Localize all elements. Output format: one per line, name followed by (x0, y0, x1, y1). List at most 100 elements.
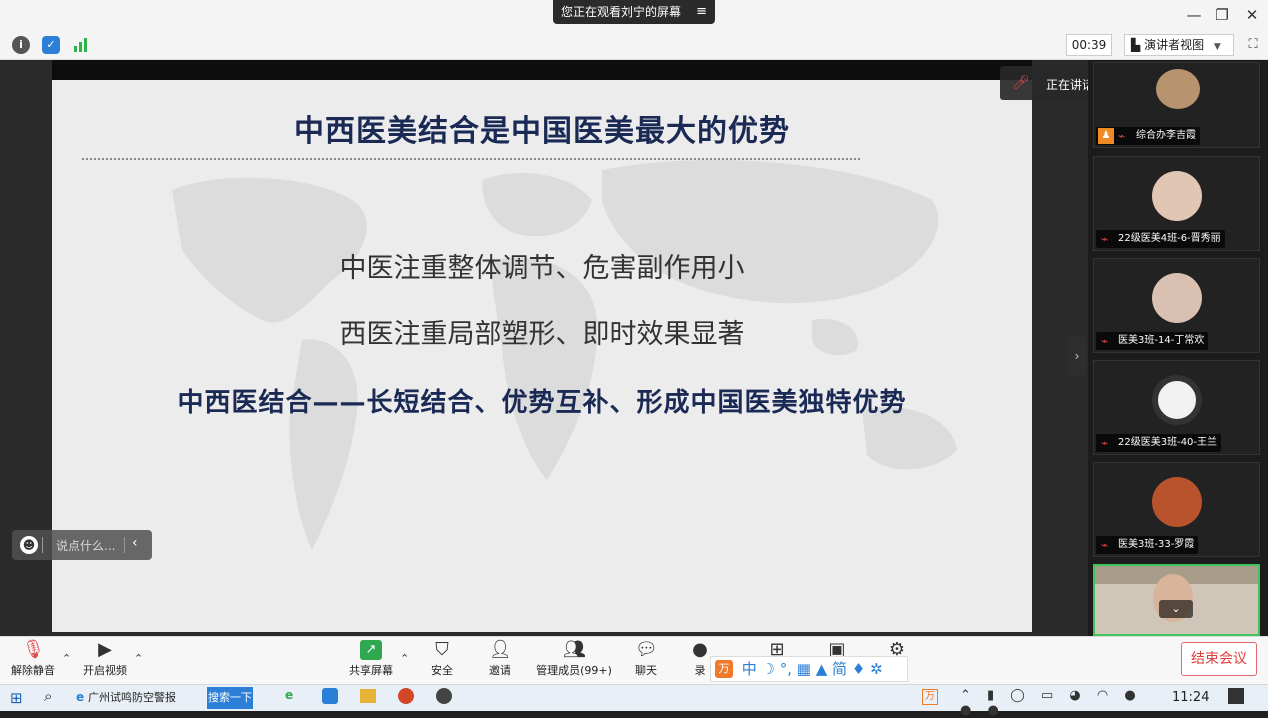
share-banner-text: 您正在观看刘宁的屏幕 (561, 5, 682, 19)
participant-tile[interactable]: ⌁ 22级医美4班-6-晋秀丽 (1093, 156, 1260, 251)
start-video-label: 开启视频 (83, 664, 127, 677)
avatar (1156, 69, 1200, 109)
mic-muted-icon: ⌁ (1118, 129, 1126, 143)
powerpoint-icon[interactable] (398, 688, 414, 704)
divider (124, 537, 125, 553)
taskbar-clock: 11:24 (1172, 690, 1210, 705)
record-icon: ● (692, 639, 708, 660)
audio-options-caret[interactable]: ⌃ (62, 652, 71, 665)
participant-tile[interactable]: ⌁ 医美3班-14-丁常欢 (1093, 258, 1260, 353)
video-off-icon: ▶︎ (98, 639, 112, 660)
chat-icon: 💬︎ (635, 639, 658, 660)
world-map-background (172, 160, 957, 550)
shield-icon[interactable]: ✓ (42, 36, 60, 54)
participant-label: ⌁ 22级医美3班-40-王兰 (1096, 434, 1222, 452)
system-tray-icons[interactable]: ⌃ ▮ ◯ ▭ ◕ ◠ ● ● ● (960, 688, 1160, 718)
view-mode-label: 演讲者视图 (1144, 38, 1205, 52)
emoji-icon[interactable]: ☻ (20, 536, 38, 554)
participant-label: ♟ ⌁ 综合办李吉霞 (1096, 127, 1200, 145)
fullscreen-icon[interactable]: ⛶ (1242, 34, 1264, 56)
share-options-caret[interactable]: ⌃ (400, 652, 409, 665)
participant-tile[interactable]: ⌁ 医美3班-33-罗霞 (1093, 462, 1260, 557)
participant-name: 22级医美4班-6-晋秀丽 (1118, 233, 1221, 244)
ime-logo-icon: 万 (715, 660, 733, 678)
search-icon[interactable]: ⌕ (44, 687, 52, 705)
slide-line-2: 西医注重局部塑形、即时效果显著 (339, 319, 745, 350)
participant-name: 医美3班-14-丁常欢 (1118, 335, 1205, 346)
participant-name: 医美3班-33-罗霞 (1118, 539, 1195, 550)
banner-menu-icon[interactable]: ≡ (696, 0, 707, 24)
participant-name: 22级医美3班-40-王兰 (1118, 437, 1218, 448)
folder-icon[interactable] (360, 689, 376, 703)
chat-label: 聊天 (635, 664, 657, 677)
browser-icon[interactable]: e (285, 688, 293, 702)
mic-muted-icon: ⌁ (1101, 538, 1109, 552)
ie-label: 广州试鸣防空警报 (87, 691, 176, 704)
app-icon[interactable] (436, 688, 452, 704)
manage-members-button[interactable]: 👥︎ 管理成员(99+) (536, 640, 612, 678)
meeting-app-icon[interactable] (322, 688, 338, 704)
search-button[interactable]: 搜索一下 (207, 687, 253, 709)
security-icon: ⛉ (435, 639, 449, 660)
chevron-down-icon[interactable]: ⌄ (1159, 600, 1193, 618)
close-button[interactable]: ✕ (1240, 4, 1264, 26)
video-options-caret[interactable]: ⌃ (134, 652, 143, 665)
avatar (1152, 375, 1202, 425)
slide-divider (82, 158, 860, 160)
chat-placeholder: 说点什么... (56, 539, 116, 553)
invite-icon: 👤︎ (489, 639, 512, 660)
divider (42, 537, 43, 553)
unmute-button[interactable]: 🎙︎ 解除静音 (10, 640, 56, 678)
share-screen-button[interactable]: ↗ 共享屏幕 (348, 640, 394, 678)
slide-title: 中西医美结合是中国医美最大的优势 (294, 114, 790, 149)
record-label: 录 (694, 664, 706, 677)
minimize-button[interactable]: — (1182, 4, 1206, 26)
participant-tile[interactable]: ♟ ⌁ 综合办李吉霞 (1093, 62, 1260, 148)
invite-label: 邀请 (489, 664, 511, 677)
mic-muted-icon: ⌁ (1101, 334, 1109, 348)
participant-label: ⌁ 医美3班-33-罗霞 (1096, 536, 1199, 554)
collapse-gallery-handle[interactable]: › (1068, 336, 1086, 376)
presentation-slide: 中西医美结合是中国医美最大的优势 中医注重整体调节、危害副作用小 西医注重局部塑… (52, 80, 1032, 632)
collapse-chat-icon[interactable]: ‹ (132, 535, 138, 551)
ime-toolbar[interactable]: 万 中 ☽ °, ▦ ▲ 简 ♦ ✲ (710, 656, 908, 682)
security-label: 安全 (431, 664, 453, 677)
avatar (1152, 273, 1202, 323)
participant-label: ⌁ 22级医美4班-6-晋秀丽 (1096, 230, 1225, 248)
avatar (1152, 171, 1202, 221)
restore-button[interactable]: ❐ (1210, 4, 1234, 26)
mic-muted-icon: ⌁ (1101, 436, 1109, 450)
quick-chat-input[interactable]: ☻ 说点什么... ‹ (12, 530, 152, 560)
ime-status: 中 ☽ °, ▦ ▲ 简 ♦ ✲ (741, 660, 883, 678)
windows-start-icon[interactable]: ⊞ (10, 689, 23, 707)
start-video-button[interactable]: ▶︎ 开启视频 (82, 640, 128, 678)
avatar (1152, 477, 1202, 527)
ie-taskbar-item[interactable]: e 广州试鸣防空警报 (76, 689, 204, 705)
participant-label: ⌁ 医美3班-14-丁常欢 (1096, 332, 1209, 350)
end-meeting-button[interactable]: 结束会议 (1181, 642, 1257, 676)
view-mode-icon: ▙ (1131, 38, 1141, 52)
slide-line-3: 中西医结合——长短结合、优势互补、形成中国医美独特优势 (177, 388, 907, 418)
view-mode-dropdown[interactable]: ▙ 演讲者视图 ▼ (1124, 34, 1234, 56)
self-video-tile[interactable]: ⌄ (1093, 564, 1260, 636)
meeting-timer: 00:39 (1066, 34, 1112, 56)
members-icon: 👥︎ (563, 639, 586, 660)
unmute-label: 解除静音 (11, 664, 55, 677)
mic-muted-icon: 🎤︎ (1012, 75, 1030, 91)
members-label: 管理成员(99+) (536, 664, 612, 677)
info-icon[interactable]: i (12, 36, 30, 54)
mic-muted-icon: ⌁ (1101, 232, 1109, 246)
chat-button[interactable]: 💬︎ 聊天 (628, 640, 664, 678)
mic-muted-icon: 🎙︎ (22, 639, 45, 660)
security-button[interactable]: ⛉ 安全 (422, 640, 462, 678)
share-screen-label: 共享屏幕 (349, 664, 393, 677)
invite-button[interactable]: 👤︎ 邀请 (480, 640, 520, 678)
participant-tile[interactable]: ⌁ 22级医美3班-40-王兰 (1093, 360, 1260, 455)
record-button[interactable]: ● 录 (688, 640, 712, 678)
ime-tray-icon[interactable]: 万 (922, 689, 938, 705)
user-icon: ♟ (1098, 128, 1114, 144)
share-banner[interactable]: 您正在观看刘宁的屏幕 ≡ (553, 0, 715, 24)
notification-icon[interactable] (1228, 688, 1244, 704)
signal-icon[interactable] (72, 36, 90, 54)
slide-top-band (52, 60, 1032, 80)
